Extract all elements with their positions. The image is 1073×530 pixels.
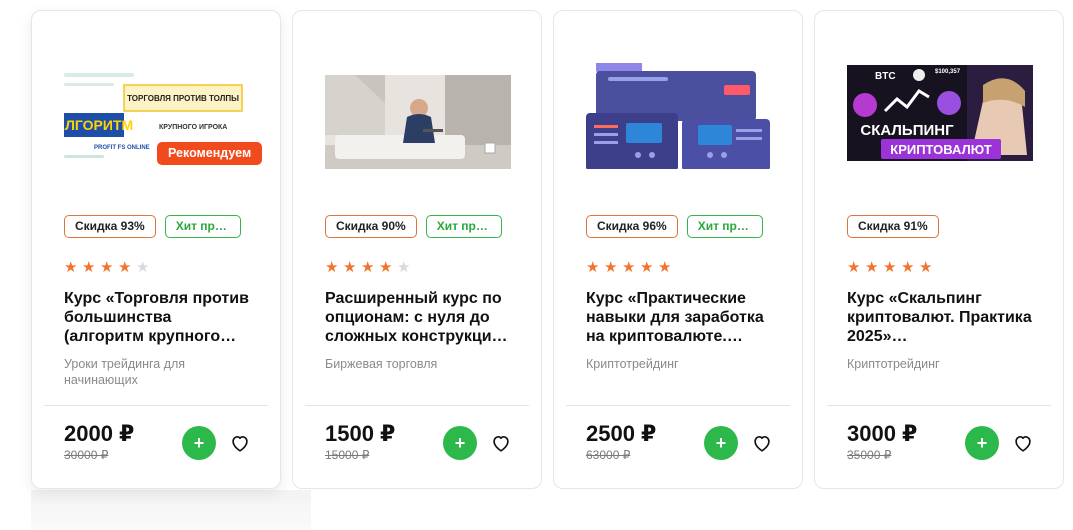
discount-badge: Скидка 90% [325,215,417,238]
course-title[interactable]: Курс «Скальпинг криптовалют. Практика 20… [847,289,1037,346]
divider [827,405,1051,406]
course-category: Уроки трейдинга для начинающих [64,357,186,387]
divider [566,405,790,406]
star-icon: ★ [586,259,600,276]
old-price: 63000 ₽ [586,448,631,462]
star-icon: ★ [100,259,114,276]
card-shadow-strip [31,490,311,530]
heart-icon[interactable] [751,432,773,454]
star-icon: ★ [604,259,618,276]
image-brand: PROFIT FS ONLINE [94,145,150,151]
old-price: 15000 ₽ [325,448,370,462]
image-subtitle: КРУПНОГО ИГРОКА [159,124,227,131]
price: 2000 ₽ [64,421,135,446]
star-icon: ★ [658,259,672,276]
hit-badge: Хит продаж [164,215,241,238]
course-title[interactable]: Курс «Торговля против большинства (алгор… [64,289,254,346]
star-icon: ★ [397,259,411,276]
star-icon: ★ [325,259,339,276]
star-icon: ★ [901,259,915,276]
hit-badge: Хит продаж [425,215,502,238]
heart-icon[interactable] [490,432,512,454]
star-icon: ★ [136,259,150,276]
badge-row: Скидка 93% Хит продаж [64,215,241,238]
course-title[interactable]: Расширенный курс по опционам: с нуля до … [325,289,515,346]
badge-row: Скидка 91% [847,215,939,238]
heart-icon[interactable] [229,432,251,454]
course-card[interactable]: BTC $100,357 СКАЛЬПИНГ КРИПТОВАЛЮТ Скидк… [814,10,1064,489]
image-title: СКАЛЬПИНГ [860,122,954,139]
star-icon: ★ [883,259,897,276]
discount-badge: Скидка 93% [64,215,156,238]
rating-stars: ★ ★ ★ ★ ★ [64,260,152,276]
price: 2500 ₽ [586,421,657,446]
course-image[interactable]: BTC $100,357 СКАЛЬПИНГ КРИПТОВАЛЮТ [847,63,1033,169]
course-category: Криптотрейдинг [586,357,679,371]
course-card[interactable]: Скидка 96% Хит продаж ★ ★ ★ ★ ★ Курс «Практи… [553,10,803,489]
course-image[interactable] [586,63,772,169]
image-headline: ТОРГОВЛЯ ПРОТИВ ТОЛПЫ [127,94,239,103]
course-image[interactable] [325,63,511,169]
star-icon: ★ [622,259,636,276]
star-icon: ★ [64,259,78,276]
course-grid: ТОРГОВЛЯ ПРОТИВ ТОЛПЫ АЛГОРИТМ КРУПНОГО … [31,10,1064,489]
course-category: Биржевая торговля [325,357,438,371]
star-icon: ★ [865,259,879,276]
divider [305,405,529,406]
star-icon: ★ [82,259,96,276]
discount-badge: Скидка 96% [586,215,678,238]
rating-stars: ★ ★ ★ ★ ★ [586,260,674,276]
hit-badge: Хит продаж [686,215,763,238]
course-category: Криптотрейдинг [847,357,940,371]
discount-badge: Скидка 91% [847,215,939,238]
price: 1500 ₽ [325,421,396,446]
price: 3000 ₽ [847,421,918,446]
add-to-cart-button[interactable]: + [443,426,477,460]
star-icon: ★ [919,259,933,276]
star-icon: ★ [361,259,375,276]
image-subtitle: КРИПТОВАЛЮТ [890,142,992,157]
old-price: 35000 ₽ [847,448,892,462]
add-to-cart-button[interactable]: + [704,426,738,460]
badge-row: Скидка 90% Хит продаж [325,215,502,238]
old-price: 30000 ₽ [64,448,109,462]
course-card[interactable]: ТОРГОВЛЯ ПРОТИВ ТОЛПЫ АЛГОРИТМ КРУПНОГО … [31,10,281,489]
star-icon: ★ [847,259,861,276]
star-icon: ★ [343,259,357,276]
image-algo: АЛГОРИТМ [64,117,133,133]
course-card[interactable]: Скидка 90% Хит продаж ★ ★ ★ ★ ★ Расширенный … [292,10,542,489]
heart-icon[interactable] [1012,432,1034,454]
add-to-cart-button[interactable]: + [965,426,999,460]
rating-stars: ★ ★ ★ ★ ★ [325,260,413,276]
star-icon: ★ [118,259,132,276]
divider [44,405,268,406]
rating-stars: ★ ★ ★ ★ ★ [847,260,935,276]
recommended-badge: Рекомендуем [157,142,263,165]
badge-row: Скидка 96% Хит продаж [586,215,763,238]
star-icon: ★ [640,259,654,276]
course-title[interactable]: Курс «Практические навыки для заработка … [586,289,776,346]
image-price: $100,357 [935,69,961,75]
image-ticker: BTC [875,71,896,82]
star-icon: ★ [379,259,393,276]
add-to-cart-button[interactable]: + [182,426,216,460]
